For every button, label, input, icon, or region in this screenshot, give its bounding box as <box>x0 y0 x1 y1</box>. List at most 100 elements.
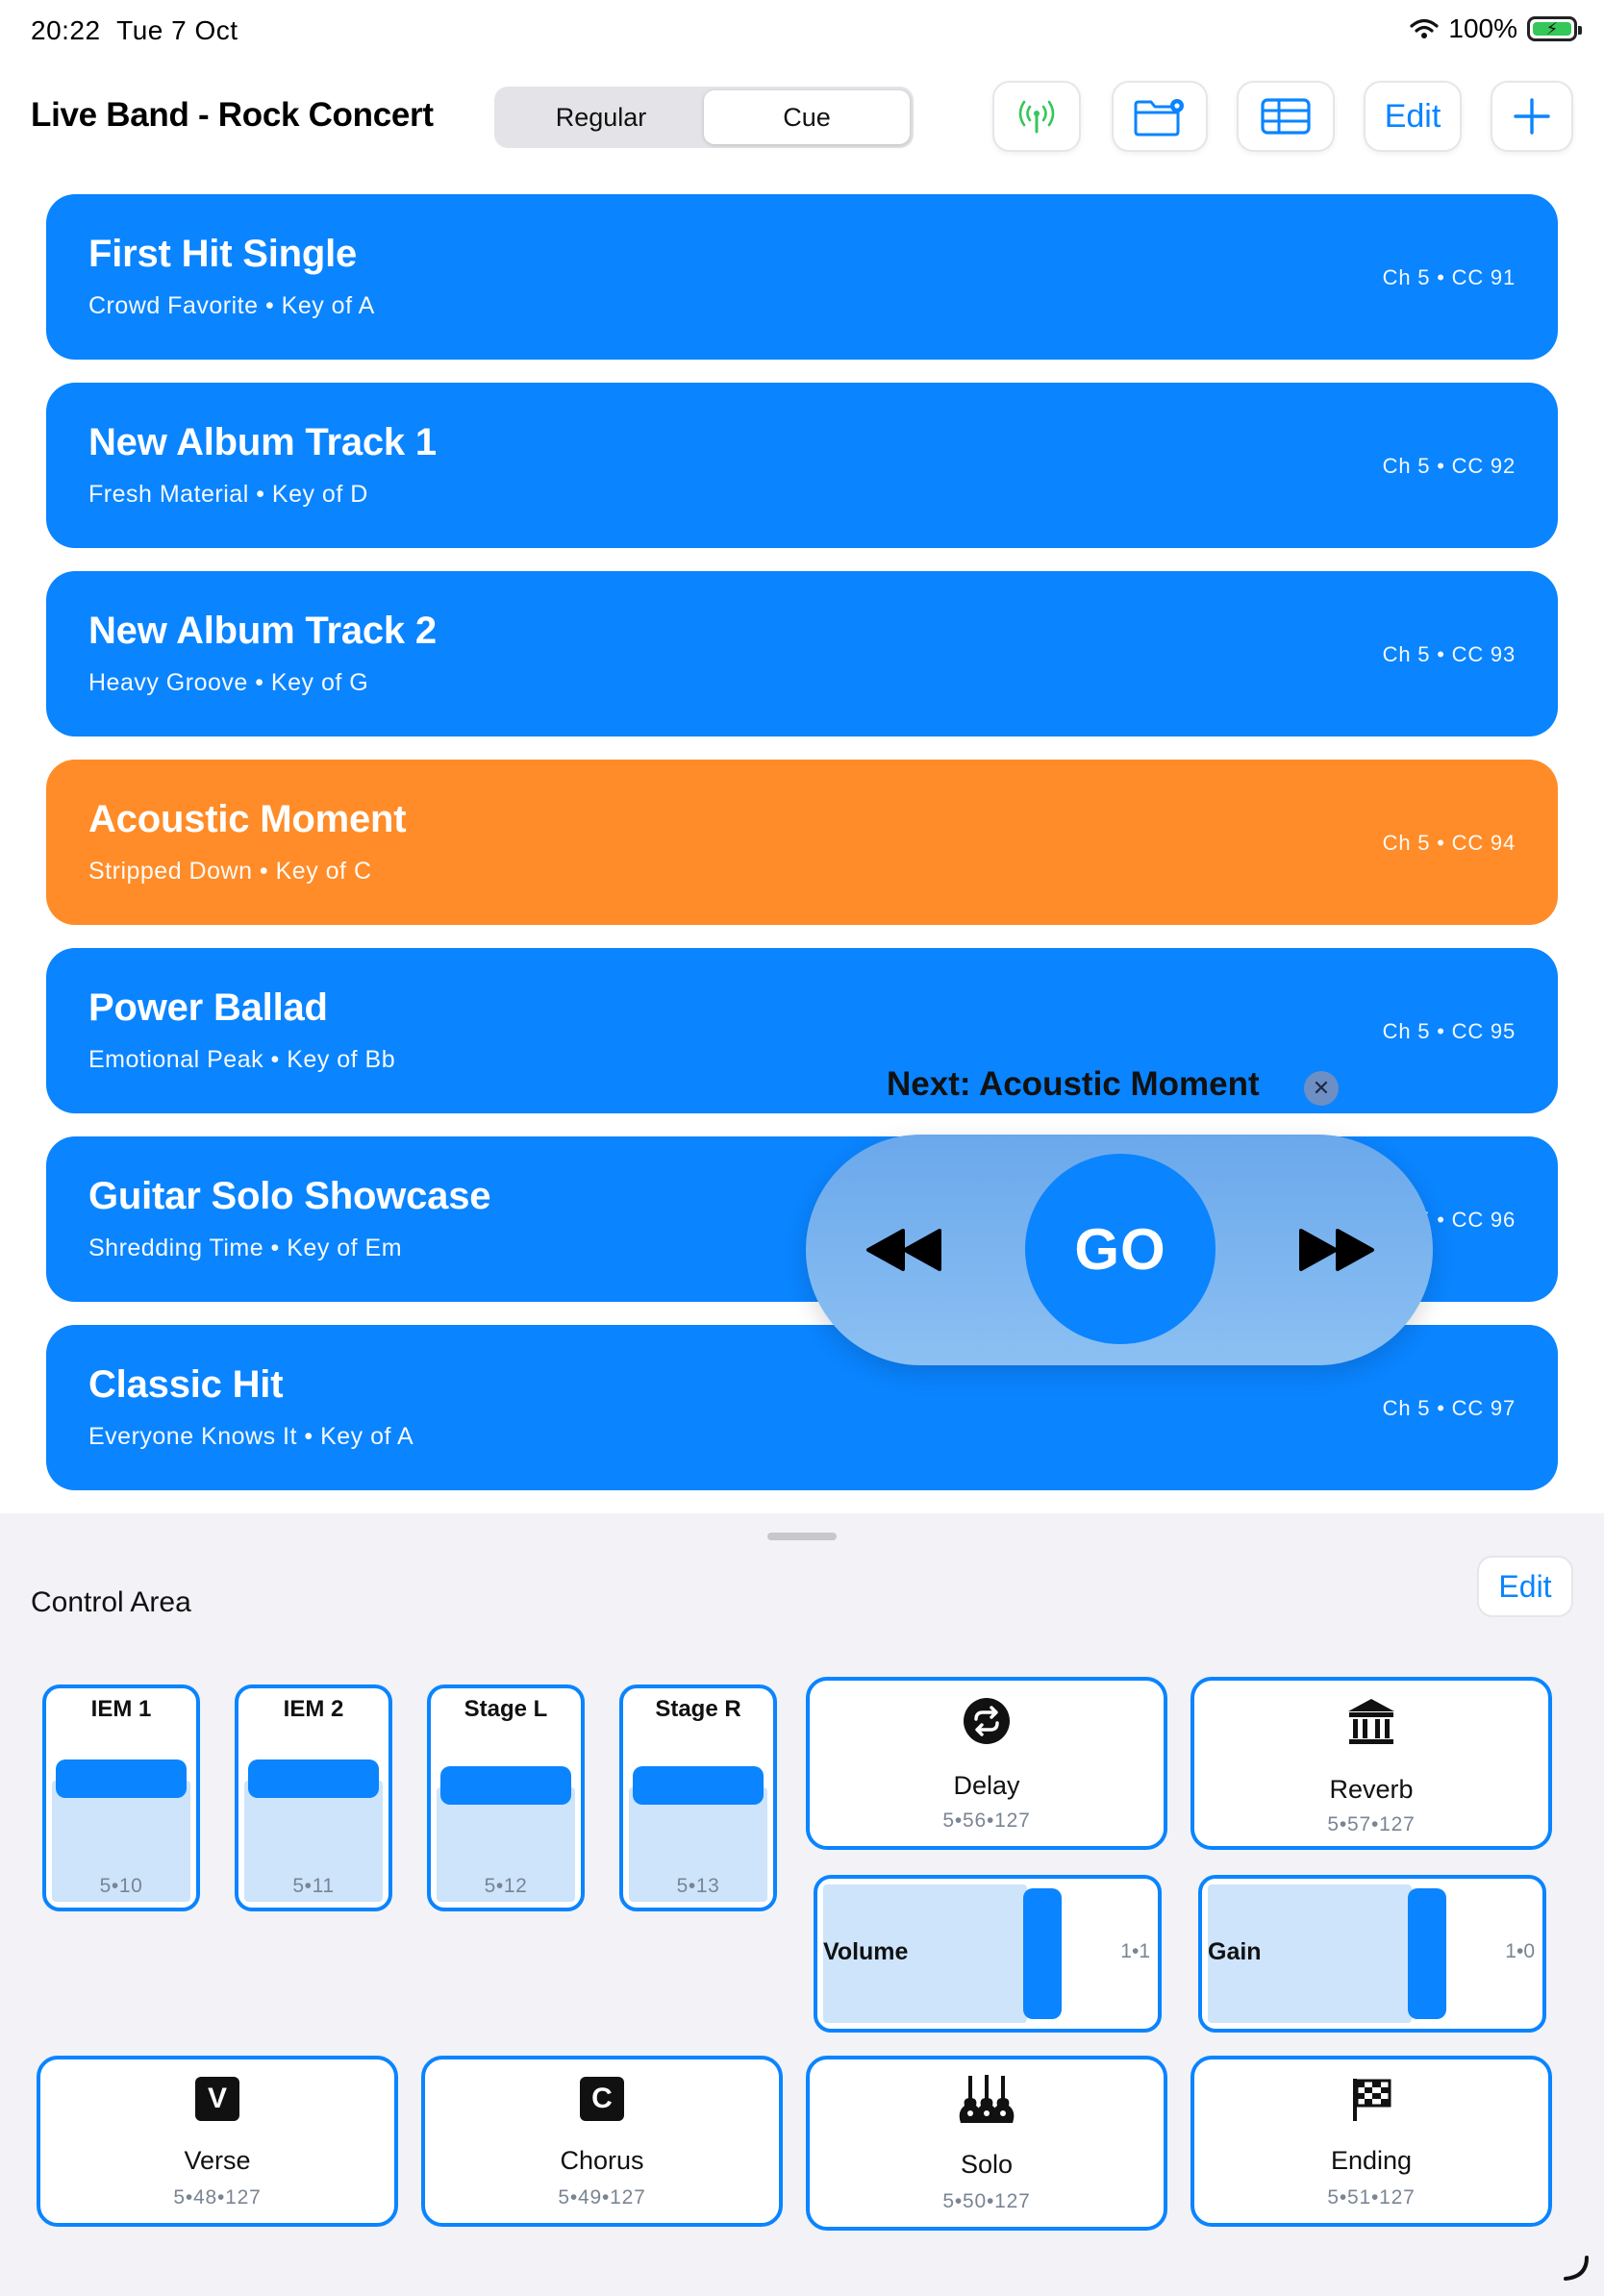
solo-button[interactable]: Solo 5•50•127 <box>806 2056 1167 2231</box>
mode-segmented-control[interactable]: Regular Cue <box>494 87 914 148</box>
fast-forward-icon <box>1299 1229 1374 1271</box>
song-card[interactable]: First Hit Single Crowd Favorite • Key of… <box>46 194 1558 360</box>
slider-value: 1•0 <box>1505 1940 1535 1962</box>
chorus-button[interactable]: C Chorus 5•49•127 <box>421 2056 783 2227</box>
building-columns-icon <box>1348 1699 1394 1744</box>
fader-stage-l[interactable]: Stage L 5•12 <box>427 1685 585 1911</box>
song-midi-info: Ch 5 • CC 91 <box>1382 265 1516 289</box>
fader-value: 5•13 <box>676 1875 720 1897</box>
close-icon: ✕ <box>1312 1076 1331 1100</box>
song-title: First Hit Single <box>88 233 358 275</box>
song-subtitle: Shredding Time • Key of Em <box>88 1235 403 1261</box>
solo-label: Solo <box>960 2150 1014 2179</box>
song-subtitle: Fresh Material • Key of D <box>88 481 368 508</box>
song-subtitle: Heavy Groove • Key of G <box>88 669 369 696</box>
next-cue-label: Next: Acoustic Moment <box>887 1065 1260 1103</box>
folder-settings-button[interactable] <box>1112 81 1208 152</box>
loop-icon <box>964 1698 1010 1744</box>
checkered-flag-icon <box>1353 2079 1391 2121</box>
ending-button[interactable]: Ending 5•51•127 <box>1190 2056 1552 2227</box>
fader-label: IEM 2 <box>283 1696 344 1722</box>
fader-value: 5•12 <box>484 1875 528 1897</box>
fader-iem-1[interactable]: IEM 1 5•10 <box>42 1685 200 1911</box>
fader-label: IEM 1 <box>90 1696 152 1722</box>
ending-value: 5•51•127 <box>1327 2186 1416 2209</box>
page-title: Live Band - Rock Concert <box>31 96 434 134</box>
segment-cue[interactable]: Cue <box>704 90 910 144</box>
chorus-label: Chorus <box>560 2146 644 2175</box>
fader-label: Stage L <box>464 1696 548 1722</box>
segment-regular[interactable]: Regular <box>498 90 704 144</box>
edit-button[interactable]: Edit <box>1364 81 1462 152</box>
table-view-button[interactable] <box>1237 81 1335 152</box>
add-button[interactable] <box>1491 81 1573 152</box>
delay-button[interactable]: Delay 5•56•127 <box>806 1677 1167 1850</box>
fader-value: 5•11 <box>292 1875 335 1897</box>
fader-thumb[interactable] <box>248 1759 379 1798</box>
guitars-icon <box>959 2075 1015 2123</box>
v-square-icon: V <box>195 2077 239 2121</box>
transport-controls: GO <box>806 1135 1433 1365</box>
previous-button[interactable] <box>862 1221 948 1279</box>
battery-percent: 100% <box>1448 13 1517 43</box>
song-title: Classic Hit <box>88 1363 284 1406</box>
song-title: New Album Track 1 <box>88 421 437 463</box>
reverb-value: 5•57•127 <box>1327 1813 1416 1835</box>
volume-slider[interactable]: Volume 1•1 <box>814 1875 1162 2033</box>
song-subtitle: Everyone Knows It • Key of A <box>88 1423 414 1450</box>
song-midi-info: Ch 5 • CC 95 <box>1382 1019 1516 1043</box>
slider-value: 1•1 <box>1120 1940 1150 1962</box>
resize-handle-icon[interactable] <box>1562 2254 1591 2283</box>
song-subtitle: Emotional Peak • Key of Bb <box>88 1046 396 1073</box>
broadcast-icon <box>1018 100 1055 134</box>
fader-thumb[interactable] <box>633 1766 764 1805</box>
verse-label: Verse <box>184 2146 251 2175</box>
song-midi-info: Ch 5 • CC 94 <box>1382 831 1516 855</box>
ending-label: Ending <box>1330 2146 1413 2175</box>
clear-next-button[interactable]: ✕ <box>1304 1071 1339 1106</box>
go-button[interactable]: GO <box>1025 1154 1216 1344</box>
slider-label: Gain <box>1208 1938 1262 1965</box>
song-title: Guitar Solo Showcase <box>88 1175 491 1217</box>
song-card[interactable]: New Album Track 2 Heavy Groove • Key of … <box>46 571 1558 736</box>
song-subtitle: Stripped Down • Key of C <box>88 858 372 885</box>
song-card-active[interactable]: Acoustic Moment Stripped Down • Key of C… <box>46 760 1558 925</box>
slider-label: Volume <box>823 1938 909 1965</box>
fader-thumb[interactable] <box>56 1759 187 1798</box>
solo-value: 5•50•127 <box>942 2190 1031 2212</box>
control-area-title: Control Area <box>31 1586 191 1618</box>
gain-slider[interactable]: Gain 1•0 <box>1198 1875 1546 2033</box>
fader-iem-2[interactable]: IEM 2 5•11 <box>235 1685 392 1911</box>
control-edit-button[interactable]: Edit <box>1477 1556 1573 1617</box>
song-card[interactable]: New Album Track 1 Fresh Material • Key o… <box>46 383 1558 548</box>
charging-bolt-icon: ⚡ <box>1545 19 1559 38</box>
sheet-grabber[interactable] <box>767 1533 837 1540</box>
next-button[interactable] <box>1292 1221 1379 1279</box>
reverb-button[interactable]: Reverb 5•57•127 <box>1190 1677 1552 1850</box>
status-indicators: 100% ⚡ <box>1410 13 1582 44</box>
song-subtitle: Crowd Favorite • Key of A <box>88 292 375 319</box>
slider-thumb[interactable] <box>1408 1888 1446 2019</box>
song-title: Acoustic Moment <box>88 798 407 840</box>
slider-thumb[interactable] <box>1023 1888 1062 2019</box>
status-bar: 20:22 Tue 7 Oct 100% ⚡ <box>0 0 1604 62</box>
fader-thumb[interactable] <box>440 1766 571 1805</box>
song-midi-info: Ch 5 • CC 93 <box>1382 642 1516 666</box>
table-icon <box>1261 98 1311 135</box>
song-title: New Album Track 2 <box>88 610 437 652</box>
verse-value: 5•48•127 <box>173 2186 262 2209</box>
delay-value: 5•56•127 <box>942 1809 1031 1832</box>
broadcast-button[interactable] <box>992 81 1081 152</box>
plus-icon <box>1514 98 1550 135</box>
song-midi-info: Ch 5 • CC 97 <box>1382 1396 1516 1420</box>
reverb-label: Reverb <box>1329 1775 1414 1804</box>
delay-label: Delay <box>953 1771 1020 1800</box>
battery-icon: ⚡ <box>1527 16 1582 41</box>
c-square-icon: C <box>580 2077 624 2121</box>
fader-stage-r[interactable]: Stage R 5•13 <box>619 1685 777 1911</box>
wifi-icon <box>1410 18 1439 38</box>
fader-value: 5•10 <box>99 1875 143 1897</box>
rewind-icon <box>866 1229 941 1271</box>
verse-button[interactable]: V Verse 5•48•127 <box>37 2056 398 2227</box>
control-area: Control Area Edit IEM 1 5•10 IEM 2 5•11 … <box>0 1513 1604 2296</box>
